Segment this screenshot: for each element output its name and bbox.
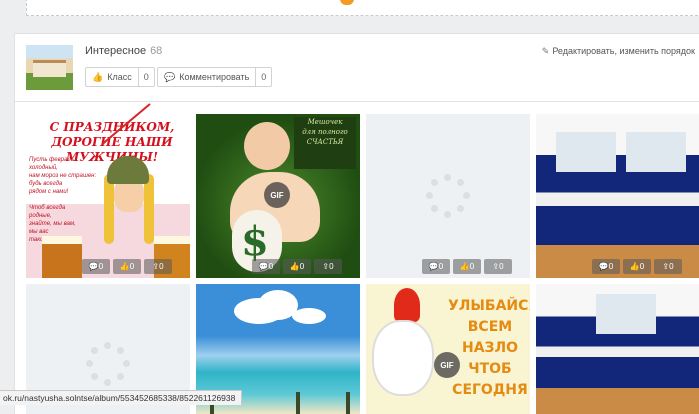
share-icon[interactable]: ⇪ 0 [484, 259, 512, 274]
album-count: 68 [150, 45, 163, 57]
photo-tile-4[interactable]: 💬 0 👍 0 ⇪ 0 [536, 114, 699, 278]
like-icon: 👍 [92, 71, 104, 82]
pencil-icon: ✎ [541, 46, 550, 56]
photo-tile-2[interactable]: Мешочек для полного СЧАСТЬЯ $ GIF 💬 0 👍 … [196, 114, 360, 278]
photo-caption: УЛЫБАЙСЯ ВСЕМ НАЗЛО ЧТОБ СЕГОДНЯ [448, 298, 530, 398]
like-count: 0 [137, 68, 154, 86]
upload-area[interactable] [26, 0, 699, 16]
gif-badge: GIF [434, 352, 460, 378]
photo-actions: 💬 0 👍 0 ⇪ 0 [82, 259, 172, 274]
comment-icon: 💬 [164, 71, 176, 82]
loading-spinner-icon [86, 342, 130, 386]
share-icon[interactable]: ⇪ 0 [654, 259, 682, 274]
status-bar-url: ok.ru/nastyusha.solntse/album/5534526853… [0, 390, 243, 405]
share-icon[interactable]: ⇪ 0 [314, 259, 342, 274]
photo-card-text: Мешочек для полного СЧАСТЬЯ [294, 117, 356, 169]
like-icon[interactable]: 👍 0 [453, 259, 481, 274]
comment-icon[interactable]: 💬 0 [422, 259, 450, 274]
photo-verse: Пусть февраль холодный, нам мороз не стр… [29, 157, 97, 243]
comment-icon[interactable]: 💬 0 [252, 259, 280, 274]
like-icon[interactable]: 👍 0 [623, 259, 651, 274]
edit-album-link[interactable]: ✎ Редактировать, изменить порядок [542, 46, 695, 57]
photo-actions: 💬 0 👍 0 ⇪ 0 [592, 259, 682, 274]
like-button[interactable]: 👍 Класс 0 [85, 67, 155, 87]
loading-spinner-icon [426, 174, 470, 218]
dollar-icon: $ [241, 218, 269, 265]
share-icon[interactable]: ⇪ 0 [144, 259, 172, 274]
photo-actions: 💬 0 👍 0 ⇪ 0 [252, 259, 342, 274]
like-icon[interactable]: 👍 0 [113, 259, 141, 274]
comment-button[interactable]: 💬 Комментировать 0 [157, 67, 273, 87]
comment-count: 0 [255, 68, 271, 86]
photo-tile-8[interactable] [536, 284, 699, 414]
orange-marker [340, 0, 354, 5]
comment-icon[interactable]: 💬 0 [82, 259, 110, 274]
album-cover[interactable] [26, 45, 73, 90]
photo-actions: 💬 0 👍 0 ⇪ 0 [422, 259, 512, 274]
divider [15, 101, 699, 102]
gif-badge: GIF [264, 182, 290, 208]
photo-tile-3-loading[interactable]: 💬 0 👍 0 ⇪ 0 [366, 114, 530, 278]
photo-tile-7[interactable]: УЛЫБАЙСЯ ВСЕМ НАЗЛО ЧТОБ СЕГОДНЯ GIF [366, 284, 530, 414]
comment-icon[interactable]: 💬 0 [592, 259, 620, 274]
like-icon[interactable]: 👍 0 [283, 259, 311, 274]
album-title[interactable]: Интересное 68 [85, 45, 162, 57]
